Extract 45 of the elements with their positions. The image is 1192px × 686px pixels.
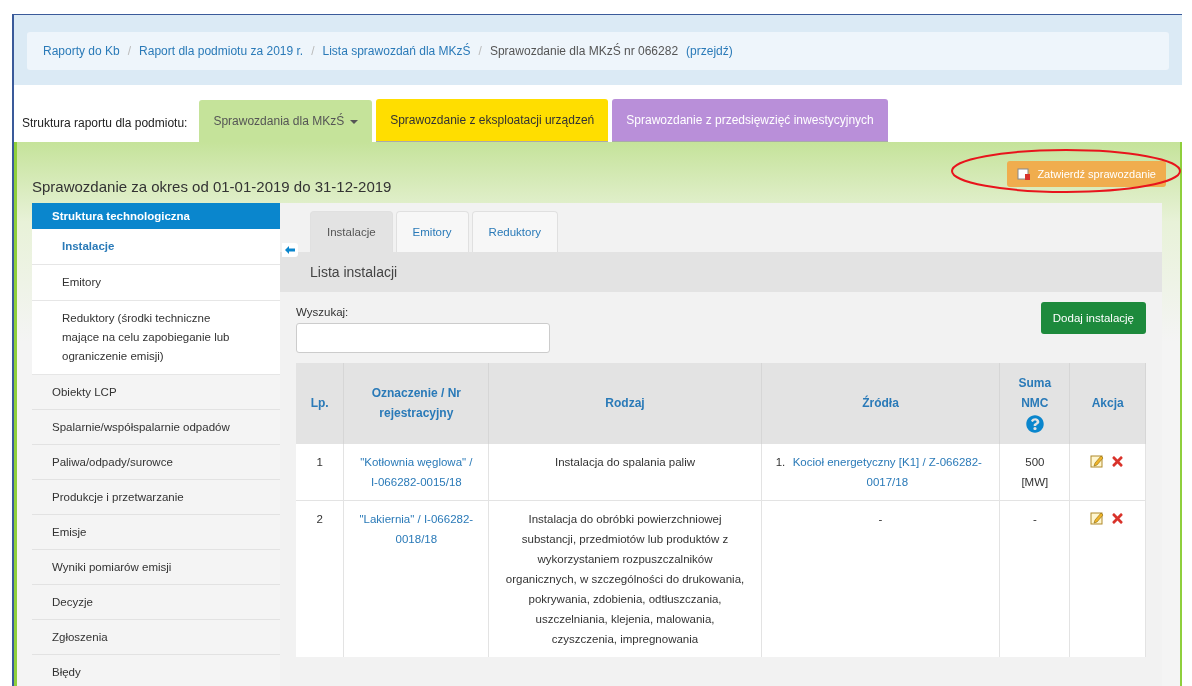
sidebar-section[interactable]: Struktura technologiczna (32, 203, 280, 229)
edit-icon[interactable] (1090, 454, 1105, 468)
designation-link[interactable]: "Kotłownia węglowa" / I-066282-0015/18 (358, 452, 475, 492)
table-cell: 2 (296, 500, 344, 657)
column-title: Oznaczenie / Nr rejestracyjny (370, 385, 462, 422)
column-title: Źródła (862, 394, 899, 412)
breadcrumb-separator: / (127, 44, 132, 58)
sidebar-subitem[interactable]: Reduktory (środki techniczne mające na celu zapobieganie lub ograniczenie emisji) (32, 301, 280, 375)
panel-title: Lista instalacji (280, 252, 1162, 292)
breadcrumb-separator: / (311, 44, 315, 58)
column-title: Lp. (310, 395, 329, 412)
collapse-arrow-icon[interactable] (282, 243, 298, 257)
search-field[interactable] (296, 323, 550, 353)
report-tab[interactable]: Sprawozdania dla MKzŚ (199, 100, 373, 142)
breadcrumb-link[interactable]: Lista sprawozdań dla MKzŚ (322, 44, 471, 58)
sidebar-subitem[interactable]: Instalacje (32, 229, 280, 265)
designation-link[interactable]: "Lakiernia" / I-066282-0018/18 (358, 509, 475, 549)
structure-label: Struktura raportu dla podmiotu: (22, 116, 189, 132)
edit-icon[interactable] (1090, 511, 1105, 525)
table-cell: Instalacja do spalania paliw (488, 443, 762, 501)
report-tab[interactable]: Sprawozdanie z eksploatacji urządzeń (376, 99, 609, 142)
column-title: Akcja (1091, 395, 1124, 412)
tab[interactable]: Reduktory (471, 211, 558, 252)
search-label: Wyszukaj: (296, 306, 350, 318)
help-icon[interactable] (1025, 415, 1044, 433)
breadcrumb-link[interactable]: Raport dla podmiotu za 2019 r. (139, 44, 304, 58)
table-cell: - (999, 500, 1070, 657)
sidebar-subitem[interactable]: Emitory (32, 265, 280, 301)
breadcrumb-link[interactable]: Raporty do Kb (43, 44, 120, 58)
column-title: Suma NMC (1017, 375, 1053, 412)
go-link[interactable]: (przejdź) (686, 44, 733, 58)
table-cell: 500 [MW] (999, 443, 1070, 501)
breadcrumb-current: Sprawozdanie dla MKzŚ nr 066282 (489, 44, 679, 58)
period-title: Sprawozdanie za okres od 01-01-2019 do 31-12-2019 (32, 178, 392, 195)
tab[interactable]: Emitory (395, 211, 469, 252)
breadcrumb-separator: / (478, 44, 482, 58)
document-icon (1017, 167, 1032, 181)
table-cell: 1 (296, 443, 344, 501)
table-cell: - (878, 513, 883, 525)
add-button[interactable]: Dodaj instalację (1040, 302, 1146, 334)
list-number: 1. (775, 455, 786, 470)
column-title: Rodzaj (605, 395, 645, 412)
tab[interactable]: Instalacje (310, 211, 393, 252)
source-link[interactable]: Kocioł energetyczny [K1] / Z-066282-0017/18 (789, 452, 986, 492)
table-cell: Instalacja do obróbki powierzchniowej substancji, przedmiotów lub produktów z wykorzystaniem rozpuszczalników organicznych, w szczególności do drukowania, pokrywania, zdobienia, odtłuszczania, uszczelniania, klejenia, malowania, czyszczenia, impregnowania (488, 500, 762, 657)
